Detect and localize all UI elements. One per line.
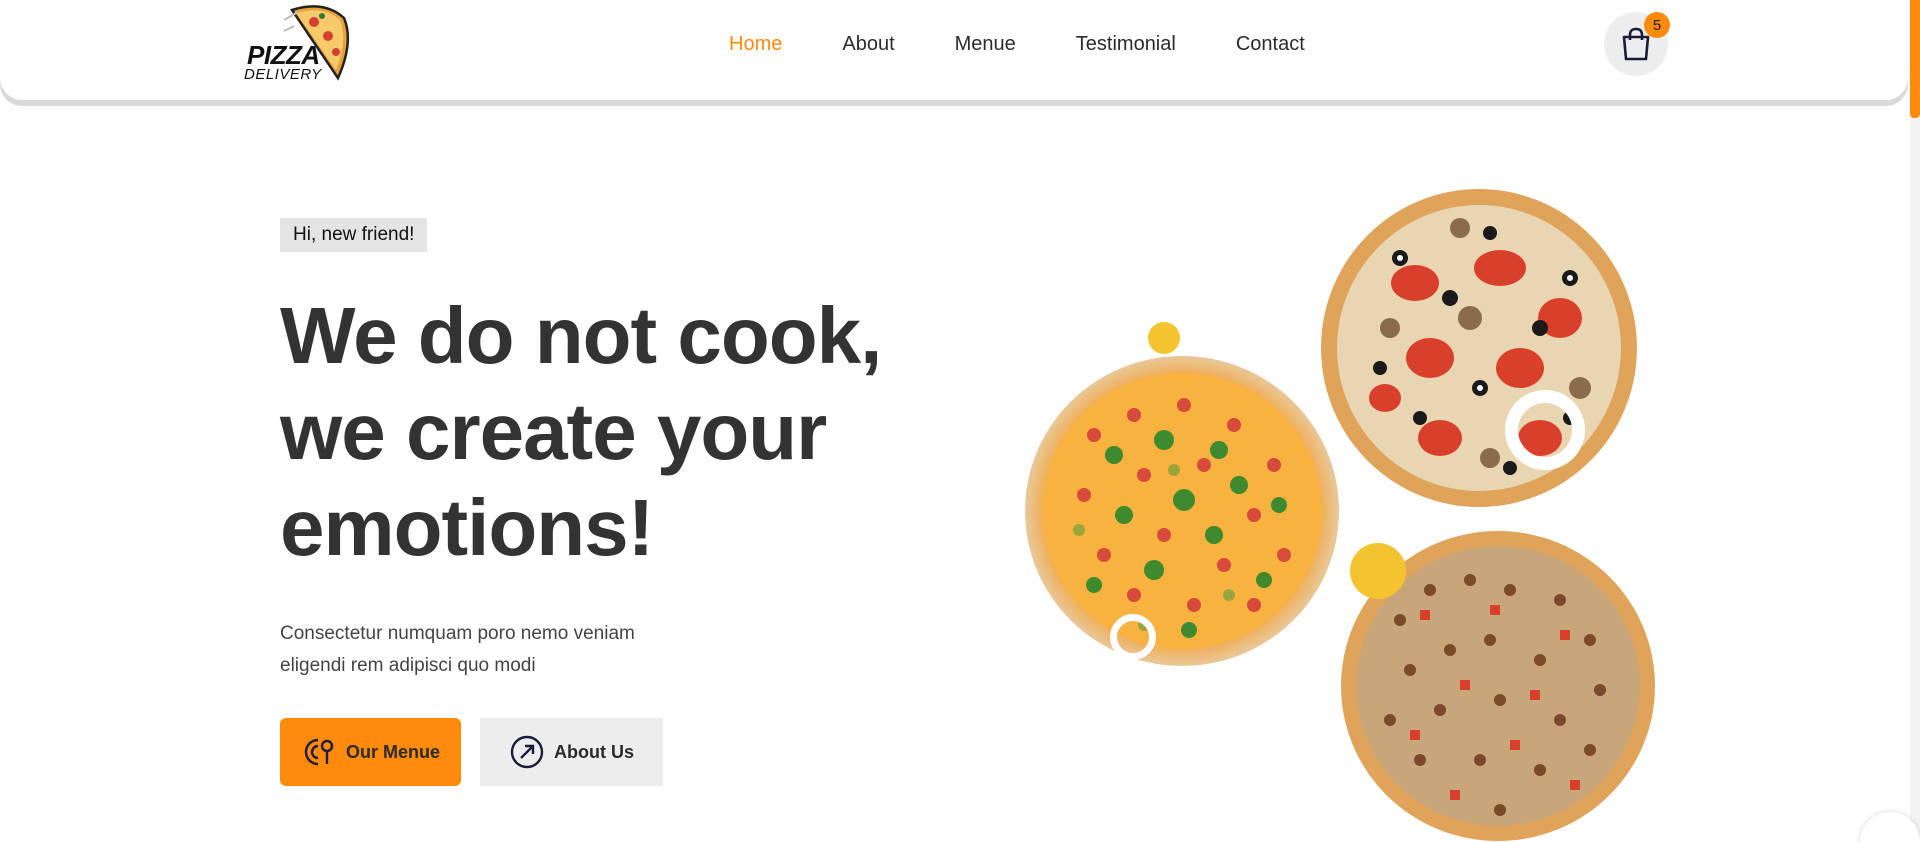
nav-home[interactable]: Home	[729, 33, 782, 56]
headline-line-3: emotions!	[280, 483, 654, 572]
headline-line-1: We do not cook,	[280, 291, 882, 380]
decor-dot-small	[1148, 322, 1180, 354]
about-us-button[interactable]: About Us	[480, 718, 663, 786]
pizza-olive-image	[1321, 189, 1637, 507]
cart-button[interactable]: 5	[1604, 12, 1670, 76]
hero-subtext: Consectetur numquam poro nemo veniam eli…	[280, 618, 700, 682]
nav-testimonial[interactable]: Testimonial	[1076, 33, 1176, 56]
logo-text-delivery: DELIVERY	[244, 66, 322, 83]
menu-icon	[304, 738, 334, 766]
nav-menue[interactable]: Menue	[955, 33, 1016, 56]
pizza-delivery-logo[interactable]: PIZZA DELIVERY	[240, 0, 360, 88]
nav-about[interactable]: About	[842, 33, 894, 56]
nav-contact[interactable]: Contact	[1236, 33, 1305, 56]
decor-ring-small	[1110, 614, 1156, 660]
headline-line-2: we create your	[280, 387, 827, 476]
hero-headline: We do not cook, we create your emotions!	[280, 288, 980, 576]
cart-count-badge: 5	[1644, 12, 1670, 38]
site-header: PIZZA DELIVERY Home About Menue Testimon…	[0, 0, 1908, 100]
decor-dot-large	[1350, 543, 1406, 599]
subtext-line-2: eligendi rem adipisci quo modi	[280, 655, 536, 676]
scrollbar-track[interactable]	[1910, 0, 1920, 842]
subtext-line-1: Consectetur numquam poro nemo veniam	[280, 623, 635, 644]
greeting-tag: Hi, new friend!	[280, 218, 428, 252]
arrow-up-right-icon	[510, 735, 544, 769]
pizza-veggie-image	[1025, 356, 1339, 666]
our-menue-label: Our Menue	[346, 741, 441, 762]
our-menue-button[interactable]: Our Menue	[280, 718, 461, 786]
about-us-label: About Us	[554, 741, 634, 762]
main-nav: Home About Menue Testimonial Contact	[729, 33, 1305, 56]
scrollbar-thumb[interactable]	[1910, 0, 1920, 118]
decor-ring-large	[1505, 390, 1585, 470]
